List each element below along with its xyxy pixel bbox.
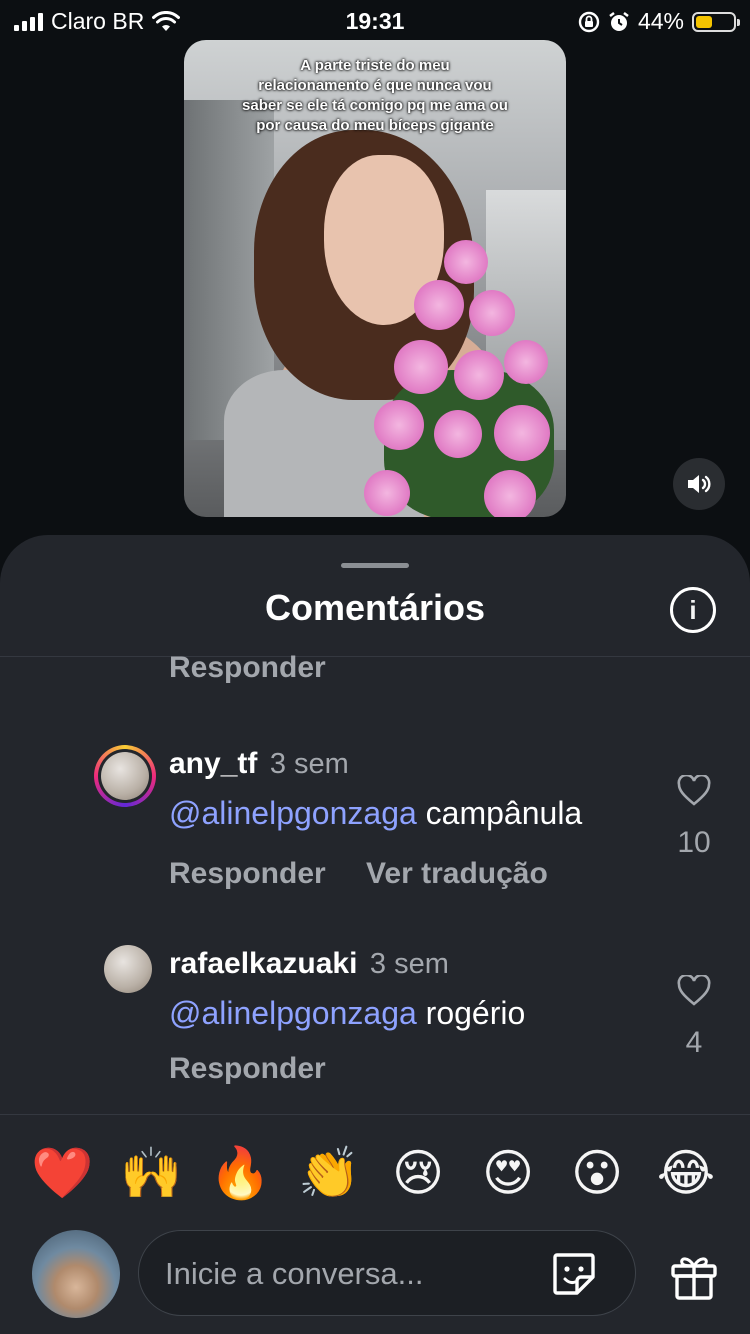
- my-avatar: [32, 1230, 120, 1318]
- like-control: 10: [664, 773, 724, 860]
- comment-composer: [0, 1228, 750, 1324]
- reply-button[interactable]: Responder: [169, 1052, 326, 1085]
- emoji-clap-button[interactable]: 👏: [298, 1140, 360, 1206]
- status-bar: Claro BR 19:31 44%: [0, 0, 750, 40]
- avatar[interactable]: [104, 945, 152, 993]
- mention-link[interactable]: @alinelpgonzaga: [169, 795, 417, 831]
- comment-username[interactable]: any_tf: [169, 747, 257, 780]
- emoji-fire-button[interactable]: 🔥: [209, 1140, 271, 1206]
- info-button[interactable]: i: [670, 587, 716, 633]
- comment-input[interactable]: [163, 1247, 537, 1301]
- emoji-heart-eyes-button[interactable]: 😍: [478, 1140, 538, 1206]
- caption-line: relacionamento é que nunca vou: [258, 77, 492, 94]
- rotation-lock-icon: [578, 11, 600, 32]
- alarm-icon: [609, 11, 629, 31]
- comment-text: @alinelpgonzaga rogério: [169, 995, 525, 1032]
- comment-actions: Responder: [169, 1052, 358, 1086]
- emoji-laughing-button[interactable]: 😂: [656, 1140, 716, 1206]
- caption-line: saber se ele tá comigo pq me ama ou: [242, 97, 508, 114]
- caption-line: A parte triste do meu: [300, 57, 450, 74]
- comment-time: 3 sem: [369, 948, 449, 980]
- comment-body: rogério: [425, 995, 526, 1031]
- info-icon: i: [689, 594, 697, 625]
- emoji-heart-button[interactable]: ❤️: [31, 1140, 93, 1206]
- comment-actions: Responder Ver tradução: [169, 857, 580, 891]
- flowers-image: [354, 230, 564, 517]
- reply-button[interactable]: Responder: [169, 857, 326, 890]
- battery-icon: [692, 11, 740, 32]
- video-caption: A parte triste do meu relacionamento é q…: [184, 56, 566, 136]
- heart-icon[interactable]: [677, 773, 711, 807]
- comment-body: campânula: [425, 795, 583, 831]
- avatar[interactable]: [94, 745, 156, 807]
- mention-link[interactable]: @alinelpgonzaga: [169, 995, 417, 1031]
- header-divider: [0, 656, 750, 657]
- emoji-surprised-button[interactable]: 😮: [567, 1140, 627, 1206]
- comments-sheet: Comentários i Responder any_tf 3 sem @al…: [0, 535, 750, 1334]
- like-count: 10: [677, 826, 711, 859]
- like-count: 4: [685, 1026, 703, 1059]
- sound-toggle-button[interactable]: [673, 458, 725, 510]
- sheet-grabber[interactable]: [341, 563, 409, 568]
- sticker-icon[interactable]: [549, 1249, 599, 1299]
- translate-button[interactable]: Ver tradução: [366, 857, 548, 890]
- like-control: 4: [664, 973, 724, 1060]
- comment-username[interactable]: rafaelkazuaki: [169, 947, 357, 980]
- comment-input-container[interactable]: [138, 1230, 636, 1316]
- comment-time: 3 sem: [269, 748, 349, 780]
- gift-icon[interactable]: [668, 1250, 720, 1302]
- emoji-crying-button[interactable]: 😢: [388, 1140, 448, 1206]
- comment-text: @alinelpgonzaga campânula: [169, 795, 582, 832]
- speaker-icon: [688, 475, 711, 493]
- sheet-title: Comentários: [264, 587, 486, 628]
- composer-divider: [0, 1114, 750, 1115]
- reply-button[interactable]: Responder: [169, 651, 326, 685]
- battery-percent: 44%: [637, 8, 684, 34]
- emoji-raised-hands-button[interactable]: 🙌: [120, 1140, 182, 1206]
- video-player[interactable]: A parte triste do meu relacionamento é q…: [184, 40, 566, 517]
- heart-icon[interactable]: [677, 973, 711, 1007]
- caption-line: por causa do meu bíceps gigante: [256, 117, 494, 134]
- emoji-reaction-bar: ❤️ 🙌 🔥 👏 😢 😍 😮 😂: [0, 1140, 750, 1210]
